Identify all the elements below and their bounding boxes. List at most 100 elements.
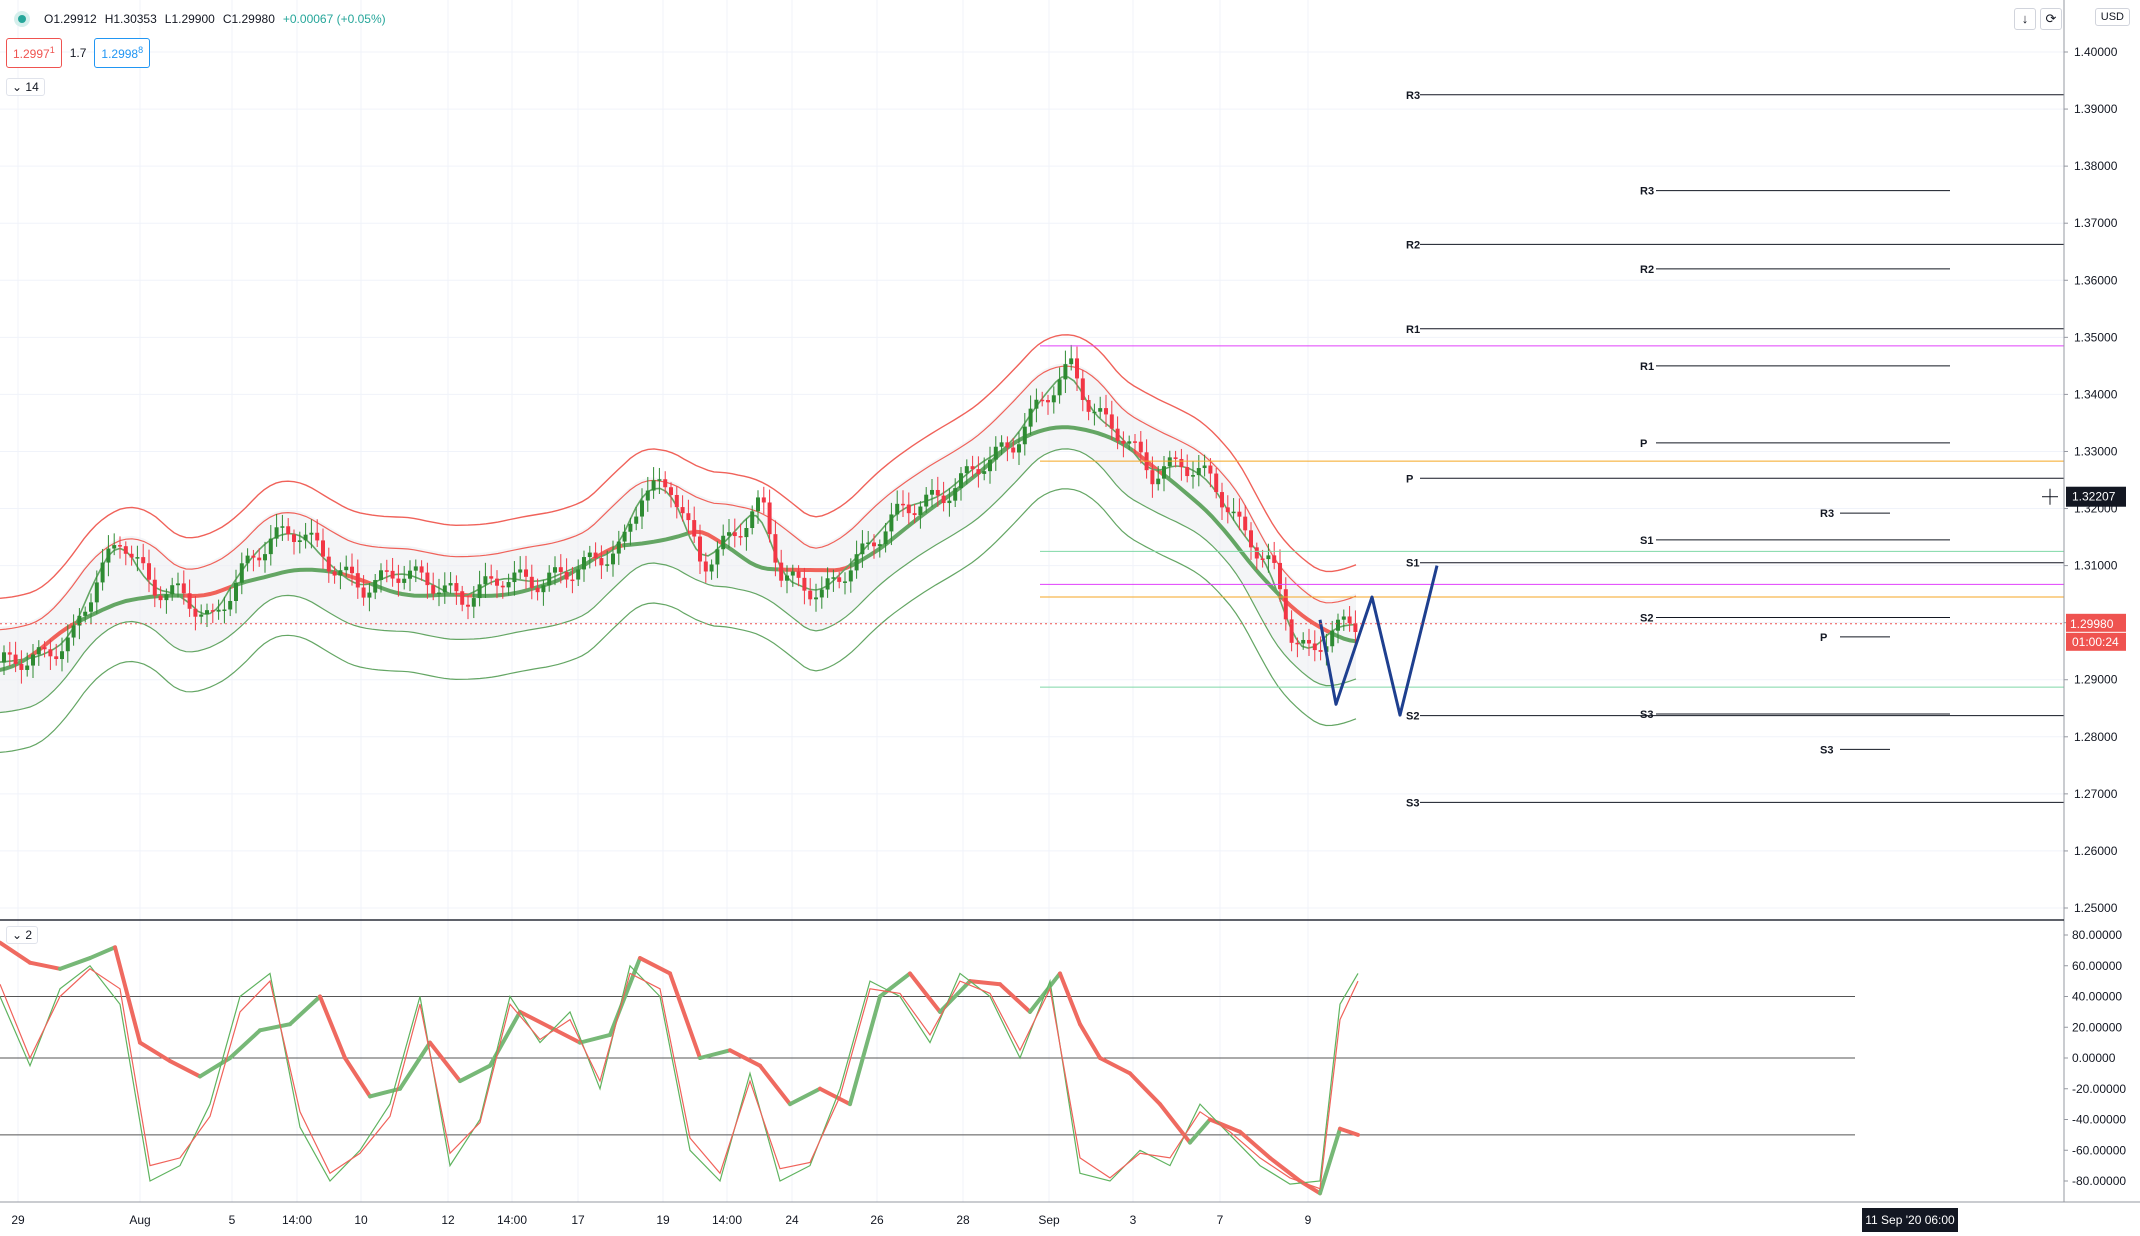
candle-body — [60, 651, 64, 660]
candle-body — [819, 589, 824, 598]
candle-body — [118, 545, 122, 547]
candle-body — [628, 523, 633, 532]
candle-body — [964, 466, 969, 474]
time-tick-label: 12 — [441, 1213, 455, 1227]
countdown-label: 01:00:24 — [2072, 635, 2119, 649]
candle-body — [1278, 562, 1282, 590]
chevron-down-icon: ⌄ — [12, 80, 23, 94]
symbol-status-icon[interactable] — [18, 15, 26, 23]
candle-body — [935, 489, 940, 496]
price-tick-label: 1.36000 — [2074, 273, 2118, 287]
candle-body — [19, 663, 24, 670]
candle-body — [767, 502, 772, 535]
candle-body — [297, 540, 302, 543]
candle-body — [89, 602, 93, 612]
candle-body — [512, 572, 517, 583]
price-chart[interactable]: R3 R2 R1 P S1 S2 S3 R3 R2 R1 P S1 S2 S3 R3 P S3 1.40000 1.… — [0, 0, 2140, 1236]
candle-body — [732, 532, 737, 537]
candle-body — [54, 656, 59, 660]
oscillator-tick-label: -80.00000 — [2072, 1174, 2126, 1188]
candle-body — [1086, 399, 1091, 412]
candle-body — [1098, 408, 1103, 412]
candle-body — [419, 566, 424, 573]
time-tick-label: 10 — [354, 1213, 368, 1227]
candle-body — [587, 552, 592, 558]
candle-body — [1046, 400, 1050, 403]
pivot-label: S1 — [1640, 535, 1653, 547]
buy-price-pip: 8 — [138, 45, 144, 55]
refresh-icon[interactable]: ⟳ — [2040, 8, 2062, 30]
candle-body — [808, 590, 813, 600]
candle-body — [309, 532, 314, 535]
candle-body — [599, 558, 604, 566]
candle-body — [1272, 555, 1277, 563]
candle-body — [970, 466, 975, 470]
candle-body — [1318, 650, 1323, 652]
candle-body — [199, 614, 204, 617]
candle-body — [645, 490, 650, 501]
pivot-label: S2 — [1640, 613, 1653, 625]
oscillator-tick-label: -40.00000 — [2072, 1113, 2126, 1127]
candle-body — [959, 473, 963, 489]
candle-body — [953, 488, 958, 501]
candle-body — [1353, 623, 1358, 633]
candle-body — [71, 625, 76, 638]
pivot-label: R3 — [1640, 186, 1654, 198]
change-value: +0.00067 (+0.05%) — [282, 12, 386, 26]
pivot-label: S3 — [1640, 709, 1653, 721]
candle-body — [848, 570, 853, 582]
candle-body — [576, 569, 581, 580]
crosshair-price-label: 1.32207 — [2072, 490, 2116, 504]
pivot-label: S2 — [1406, 711, 1419, 723]
candle-body — [25, 665, 30, 670]
candle-body — [274, 527, 279, 539]
time-tick-label: 24 — [785, 1213, 799, 1227]
candle-body — [466, 604, 470, 607]
candle-body — [396, 578, 401, 583]
oscillator-chip[interactable]: ⌄ 2 — [6, 926, 39, 944]
currency-label[interactable]: USD — [2094, 8, 2130, 26]
candle-body — [1347, 616, 1352, 624]
candle-body — [1254, 547, 1259, 559]
price-tick-label: 1.28000 — [2074, 730, 2118, 744]
candle-body — [715, 549, 720, 565]
candle-body — [582, 557, 586, 570]
pivot-label: R2 — [1406, 239, 1420, 251]
price-tick-label: 1.38000 — [2074, 159, 2118, 173]
time-tick-label: 17 — [571, 1213, 585, 1227]
price-tick-label: 1.31000 — [2074, 559, 2118, 573]
candle-body — [535, 587, 540, 593]
candle-body — [651, 480, 656, 491]
candle-body — [355, 573, 360, 588]
candle-body — [477, 584, 482, 599]
candle-body — [1243, 516, 1248, 531]
candle-body — [361, 587, 366, 598]
candle-body — [1040, 399, 1045, 402]
candle-body — [669, 487, 673, 495]
candle-body — [1156, 478, 1161, 485]
buy-button[interactable]: 1.29988 — [94, 38, 151, 68]
candle-body — [1115, 428, 1120, 441]
time-tick-label: 29 — [11, 1213, 25, 1227]
sell-button[interactable]: 1.29971 — [6, 38, 62, 68]
candle-body — [315, 532, 320, 541]
pivot-label: S3 — [1820, 744, 1833, 756]
scroll-down-icon[interactable]: ↓ — [2014, 8, 2036, 30]
main-indicator-chip[interactable]: ⌄ 14 — [6, 78, 45, 96]
candle-body — [750, 511, 755, 529]
candle-body — [1109, 414, 1114, 429]
candle-body — [605, 564, 610, 566]
candle-body — [1231, 511, 1236, 514]
candle-body — [350, 566, 354, 574]
candle-body — [831, 577, 836, 579]
candle-body — [373, 580, 378, 593]
pivot-label: P — [1640, 438, 1647, 450]
candle-body — [837, 577, 842, 582]
candle-body — [454, 583, 459, 592]
candle-body — [332, 571, 337, 576]
candle-body — [7, 652, 12, 655]
candle-body — [843, 581, 847, 583]
candle-body — [326, 556, 331, 572]
main-period: 14 — [25, 80, 39, 94]
candle-body — [1214, 473, 1219, 493]
